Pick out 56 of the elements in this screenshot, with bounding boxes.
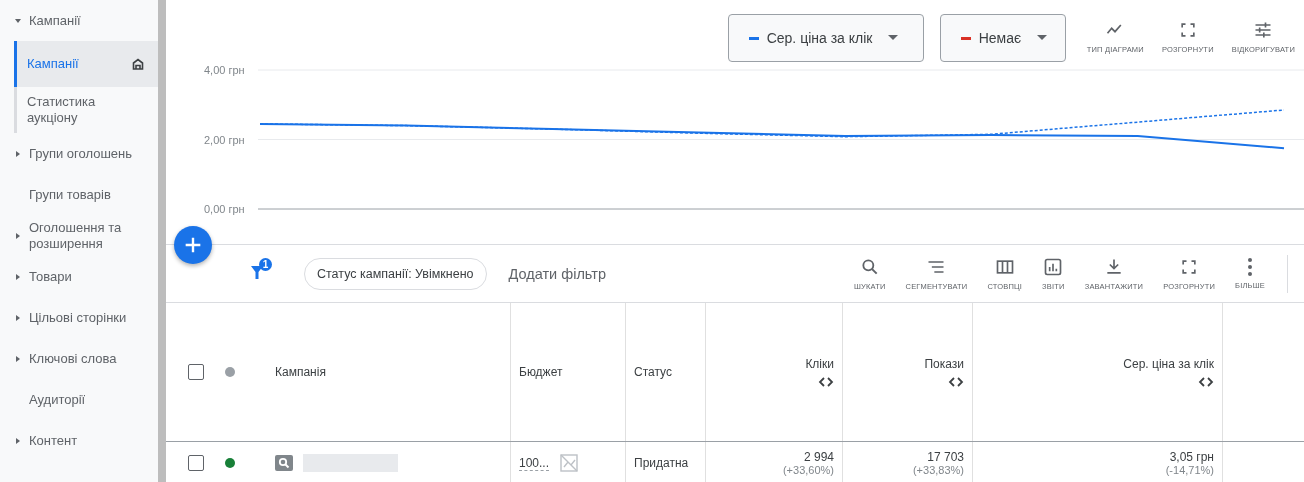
column-header[interactable]: Бюджет [519, 365, 563, 379]
axis-tick-label: 0,00 грн [204, 203, 245, 215]
dropdown-arrow-icon [888, 35, 899, 41]
nav-item[interactable]: Ключові слова [0, 338, 158, 379]
column-header[interactable]: Кампанія [275, 365, 326, 379]
filter-button[interactable]: 1 [246, 257, 270, 290]
metric-dropdown[interactable]: Немає [939, 14, 1066, 62]
metric-change: (+33,60%) [782, 464, 834, 476]
add-button[interactable] [174, 226, 212, 264]
search-campaign-icon [275, 455, 293, 471]
crossed-chart-icon [559, 453, 580, 473]
sliders-icon [1253, 20, 1274, 40]
metric-value: 3,05 грн [1169, 450, 1214, 464]
axis-tick-label: 4,00 грн [204, 64, 245, 76]
nav-item[interactable]: Контент [0, 420, 158, 461]
bar-chart-icon [1043, 256, 1064, 277]
axis-tick-label: 2,00 грн [204, 133, 245, 146]
metric-dropdown[interactable]: Сер. ціна за клік [727, 14, 924, 62]
caret-right-icon [14, 231, 22, 240]
count-badge: 1 [259, 258, 272, 271]
caret-down-icon [14, 16, 22, 25]
nav-item[interactable]: Кампанії [0, 0, 158, 41]
caret-right-icon [14, 149, 22, 158]
dropdown-arrow-icon [1037, 35, 1048, 41]
caret-right-icon [14, 313, 22, 322]
filter-chip[interactable]: Статус кампанії: Увімкнено [304, 257, 487, 290]
nav-item[interactable]: Статистика аукціону [14, 87, 158, 133]
column-header[interactable]: Покази [924, 357, 964, 371]
nav-item[interactable]: Групи товарів [0, 174, 158, 215]
caret-right-icon [14, 272, 22, 281]
search-icon [859, 256, 880, 277]
checkbox[interactable] [188, 364, 204, 380]
nav-item[interactable]: Аудиторії [0, 379, 158, 420]
metric-change: (-14,71%) [1165, 464, 1214, 476]
nav-item[interactable]: Оголошення та розширення [0, 215, 158, 256]
scrollbar[interactable] [158, 0, 166, 482]
sort-arrows-icon [1198, 377, 1214, 387]
more-vertical-icon [1248, 257, 1253, 276]
sort-arrows-icon [948, 377, 964, 387]
checkbox[interactable] [188, 455, 204, 471]
caret-right-icon [14, 354, 22, 363]
column-header[interactable]: Статус [634, 365, 672, 379]
add-filter-button[interactable]: Додати фільтр [502, 264, 612, 283]
status-text: Придатна [634, 456, 689, 470]
nav-item[interactable]: Цільові сторінки [0, 297, 158, 338]
column-header[interactable]: Сер. ціна за клік [1123, 357, 1214, 371]
column-header[interactable]: Кліки [805, 357, 834, 371]
nav-item[interactable]: Групи оголошень [0, 133, 158, 174]
budget-value[interactable]: 100... [519, 455, 550, 471]
metric-change: (+33,83%) [912, 464, 964, 476]
sort-arrows-icon [818, 377, 834, 387]
nav-item[interactable]: Кампанії [14, 41, 158, 87]
metric-value: 2 994 [803, 450, 834, 464]
nav-item[interactable]: Товари [0, 256, 158, 297]
metric-value: 17 703 [927, 450, 964, 464]
caret-right-icon [14, 436, 22, 445]
